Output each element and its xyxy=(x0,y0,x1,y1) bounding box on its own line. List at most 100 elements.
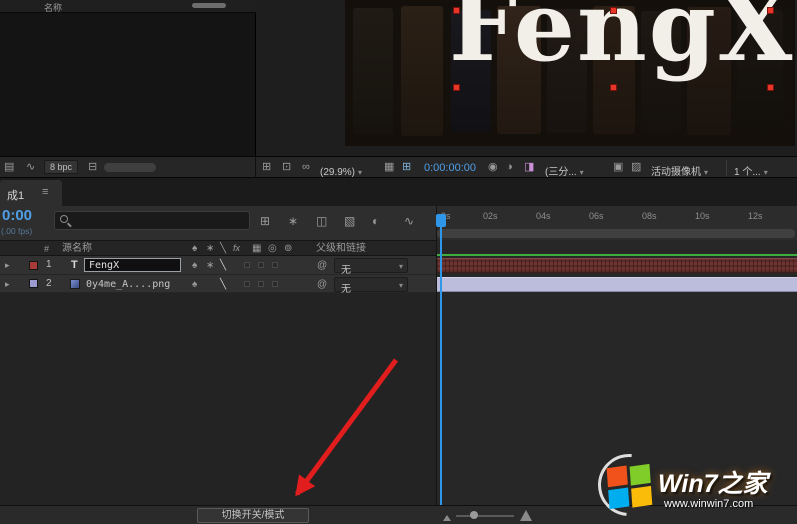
project-panel-header: 名称 xyxy=(0,0,256,13)
parent-pickwhip-icon[interactable]: @ xyxy=(317,280,327,290)
quality-column-icon: ♠ xyxy=(192,244,197,254)
quality-switch-icon[interactable]: ♠ xyxy=(192,261,197,271)
layer-handle[interactable] xyxy=(610,7,617,14)
twirl-icon[interactable]: ▸ xyxy=(5,280,10,289)
ruler-label: 10s xyxy=(695,212,710,221)
search-icon xyxy=(60,215,68,223)
layer-handle[interactable] xyxy=(767,7,774,14)
text-layer-icon: T xyxy=(71,260,78,271)
current-time-display[interactable]: 0:00 xyxy=(2,207,32,224)
watermark-site: www.winwin7.com xyxy=(664,498,753,510)
work-area-green-line xyxy=(437,254,797,256)
zoom-out-mountain-icon[interactable] xyxy=(443,515,451,521)
parent-select[interactable]: 无 ▾ xyxy=(334,258,408,273)
panel-icon[interactable]: ▤ xyxy=(4,162,14,173)
grid-guides-icon[interactable]: ▦ xyxy=(384,162,394,173)
title-text-layer[interactable]: FengX xyxy=(449,0,794,83)
layer-columns-header: # 源名称 ♠ ∗ ╲ fx ▦ ◎ ⊚ 父级和链接 xyxy=(0,240,436,256)
win7-watermark: Win7之家 www.winwin7.com xyxy=(596,452,796,522)
column-hash: # xyxy=(44,245,49,254)
timeline-tab-comp1[interactable]: 成1 ≡ xyxy=(0,180,62,206)
playhead-line[interactable] xyxy=(440,214,442,514)
layer-handle[interactable] xyxy=(610,84,617,91)
timeline-zoom-slider-track[interactable] xyxy=(456,515,514,517)
panel-menu-icon[interactable]: ≡ xyxy=(42,187,48,198)
parent-value: 无 xyxy=(341,280,351,295)
layer-color-swatch[interactable] xyxy=(29,279,38,288)
layer-name-text: FengX xyxy=(89,260,119,271)
footage-thumbnail-icon xyxy=(70,279,80,289)
switch-checkbox[interactable] xyxy=(258,281,264,287)
safe-margins-icon[interactable]: ⊞ xyxy=(402,162,411,173)
layer-handle[interactable] xyxy=(453,84,460,91)
draft-3d-icon[interactable]: ∗ xyxy=(288,215,298,227)
project-scrollbar-thumb[interactable] xyxy=(192,3,226,8)
quality-switch-icon[interactable]: ♠ xyxy=(192,280,197,290)
always-preview-icon[interactable]: ⊞ xyxy=(262,162,271,173)
switch-checkbox[interactable] xyxy=(272,262,278,268)
audio-waveform-icon[interactable]: ∿ xyxy=(26,162,35,173)
layer2-duration-bar[interactable] xyxy=(437,277,797,292)
viewer-timecode[interactable]: 0:00:00:00 xyxy=(424,162,476,174)
layer1-duration-bar[interactable] xyxy=(437,258,797,273)
layer-handle[interactable] xyxy=(767,84,774,91)
graph-editor-icon[interactable]: ∿ xyxy=(404,215,414,227)
show-channels-icon[interactable]: ◨ xyxy=(524,162,534,173)
switch-checkbox[interactable] xyxy=(244,262,250,268)
bpc-button[interactable]: 8 bpc xyxy=(44,160,78,174)
parent-pickwhip-icon[interactable]: @ xyxy=(317,261,327,271)
panel-slider[interactable] xyxy=(104,163,156,172)
snapshot-camera-icon[interactable]: ◉ xyxy=(488,162,498,173)
playhead-handle[interactable] xyxy=(436,214,446,227)
frame-blend-column-icon: ▦ xyxy=(252,244,261,254)
composition-canvas[interactable]: FengX xyxy=(345,0,795,146)
show-snapshot-icon[interactable]: ◑ xyxy=(506,162,513,173)
layer-row-1[interactable]: ▸ 1 T FengX ♠ ∗ ╲ @ 无 ▾ xyxy=(0,256,436,275)
column-parent-link: 父级和链接 xyxy=(316,244,366,254)
work-area-bar[interactable] xyxy=(437,229,795,238)
ruler-label: 08s xyxy=(642,212,657,221)
ruler-label: 04s xyxy=(536,212,551,221)
timeline-controls-row: 0:00 (.00 fps) ⊞ ∗ ◫ ▧ ◐ ∿ xyxy=(0,206,436,240)
layer-color-swatch[interactable] xyxy=(29,261,38,270)
mini-flowchart-icon[interactable]: ⊞ xyxy=(260,215,270,227)
motion-blur-column-icon: ◎ xyxy=(268,244,277,254)
frame-blend-icon[interactable]: ▧ xyxy=(344,215,355,227)
primary-viewer-icon[interactable]: ⊡ xyxy=(282,162,291,173)
threed-column-icon: ⊚ xyxy=(284,244,292,254)
watermark-title: Win7之家 xyxy=(658,464,768,500)
chevron-down-icon: ▾ xyxy=(399,281,403,290)
zoom-in-mountain-icon[interactable] xyxy=(520,510,532,521)
after-effects-window: 名称 FengX ▤ xyxy=(0,0,797,524)
toggle-switches-modes-button[interactable]: 切换开关/模式 xyxy=(197,508,309,523)
motion-blur-icon[interactable]: ◐ xyxy=(372,215,379,227)
twirl-icon[interactable]: ▸ xyxy=(5,261,10,270)
collapse-column-icon: ∗ xyxy=(206,244,214,254)
toolbar-divider xyxy=(726,160,727,176)
switch-checkbox[interactable] xyxy=(258,262,264,268)
transparency-grid-icon[interactable]: ▨ xyxy=(631,162,641,173)
layer-row-2[interactable]: ▸ 2 0y4me_A....png ♠ ╲ @ 无 ▾ xyxy=(0,275,436,293)
chevron-down-icon: ▾ xyxy=(764,168,768,177)
collapse-switch-icon[interactable]: ∗ xyxy=(206,261,214,271)
layer-search-input[interactable] xyxy=(54,211,250,230)
switch-checkbox[interactable] xyxy=(244,281,250,287)
quality-slash-switch[interactable]: ╲ xyxy=(220,261,226,271)
region-of-interest-icon[interactable]: ▣ xyxy=(613,162,623,173)
windows-flag-icon xyxy=(607,465,654,510)
timeline-tabbar: 成1 ≡ xyxy=(0,178,797,206)
tab-label: 成1 xyxy=(7,187,24,203)
layer-handle[interactable] xyxy=(453,7,460,14)
switch-checkbox[interactable] xyxy=(272,281,278,287)
trash-icon[interactable]: ⊟ xyxy=(88,162,97,173)
timeline-zoom-slider-knob[interactable] xyxy=(470,511,478,519)
quality-slash-icon: ╲ xyxy=(220,244,226,254)
layer-name-edit-field[interactable]: FengX xyxy=(84,258,181,272)
views-value: 1 个... xyxy=(734,167,761,178)
parent-select[interactable]: 无 ▾ xyxy=(334,277,408,292)
loop-icon[interactable]: ∞ xyxy=(302,162,310,173)
layer-name-text[interactable]: 0y4me_A....png xyxy=(86,279,170,290)
ruler-label: 12s xyxy=(748,212,763,221)
quality-slash-switch[interactable]: ╲ xyxy=(220,280,226,290)
shy-icon[interactable]: ◫ xyxy=(316,215,327,227)
